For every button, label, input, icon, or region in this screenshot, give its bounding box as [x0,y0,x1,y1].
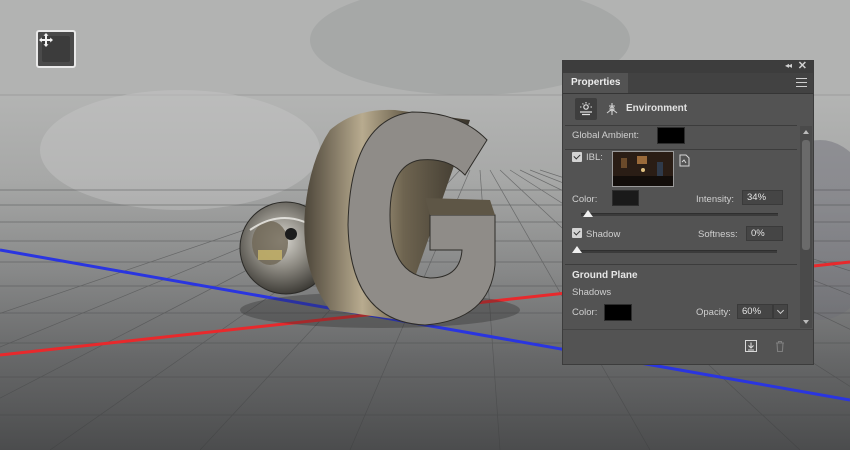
properties-content: Global Ambient: IBL: Color: Intensity: 3… [563,126,799,331]
move-icon [39,33,53,47]
scroll-up-icon[interactable] [803,130,809,134]
softness-field[interactable]: 0% [746,226,783,241]
global-ambient-label: Global Ambient: [572,130,640,141]
section-title: Environment [626,103,688,114]
opacity-label: Opacity: [696,307,731,318]
light-color-label: Color: [572,194,598,205]
ground-color-swatch[interactable] [604,304,632,321]
panel-footer [563,329,813,365]
shadows-label: Shadows [572,287,612,298]
panel-titlebar[interactable]: ◂◂ ✕ [563,59,813,73]
intensity-field[interactable]: 34% [742,190,783,205]
move-tool-button[interactable] [36,30,76,68]
ibl-checkbox[interactable] [572,152,582,162]
ibl-label: IBL: [586,152,603,163]
softness-slider[interactable] [577,250,777,253]
panel-scrollbar[interactable] [800,126,812,328]
properties-panel: ◂◂ ✕ Properties Environment Global Ambie… [562,60,814,365]
environment-icon[interactable] [575,98,597,120]
intensity-label: Intensity: [696,194,735,205]
intensity-slider[interactable] [581,213,778,216]
tab-properties[interactable]: Properties [563,73,629,93]
softness-label: Softness: [698,229,738,240]
ibl-preview-thumbnail[interactable] [612,151,674,187]
light-color-swatch[interactable] [612,190,639,206]
divider [565,149,797,150]
close-icon[interactable]: ✕ [798,59,807,72]
scene-icon[interactable] [605,102,619,116]
3d-letter-g [304,109,496,326]
panel-tabbar: Properties [563,73,813,94]
intensity-slider-thumb[interactable] [583,210,593,217]
scroll-down-icon[interactable] [803,320,809,324]
softness-slider-thumb[interactable] [572,246,582,253]
global-ambient-swatch[interactable] [657,127,685,144]
shadow-checkbox[interactable] [572,228,582,238]
collapse-icon[interactable]: ◂◂ [785,61,792,70]
ground-plane-title: Ground Plane [572,270,638,281]
edit-texture-icon[interactable] [679,154,690,167]
opacity-dropdown-button[interactable] [773,304,788,319]
panel-menu-icon[interactable] [796,78,807,87]
opacity-field[interactable]: 60% [737,304,773,319]
trash-icon[interactable] [773,339,787,353]
properties-header: Environment [563,94,813,124]
shadow-label: Shadow [586,229,621,240]
divider [565,264,797,265]
load-settings-icon[interactable] [744,339,758,353]
ground-color-label: Color: [572,307,598,318]
scroll-thumb[interactable] [802,140,810,250]
